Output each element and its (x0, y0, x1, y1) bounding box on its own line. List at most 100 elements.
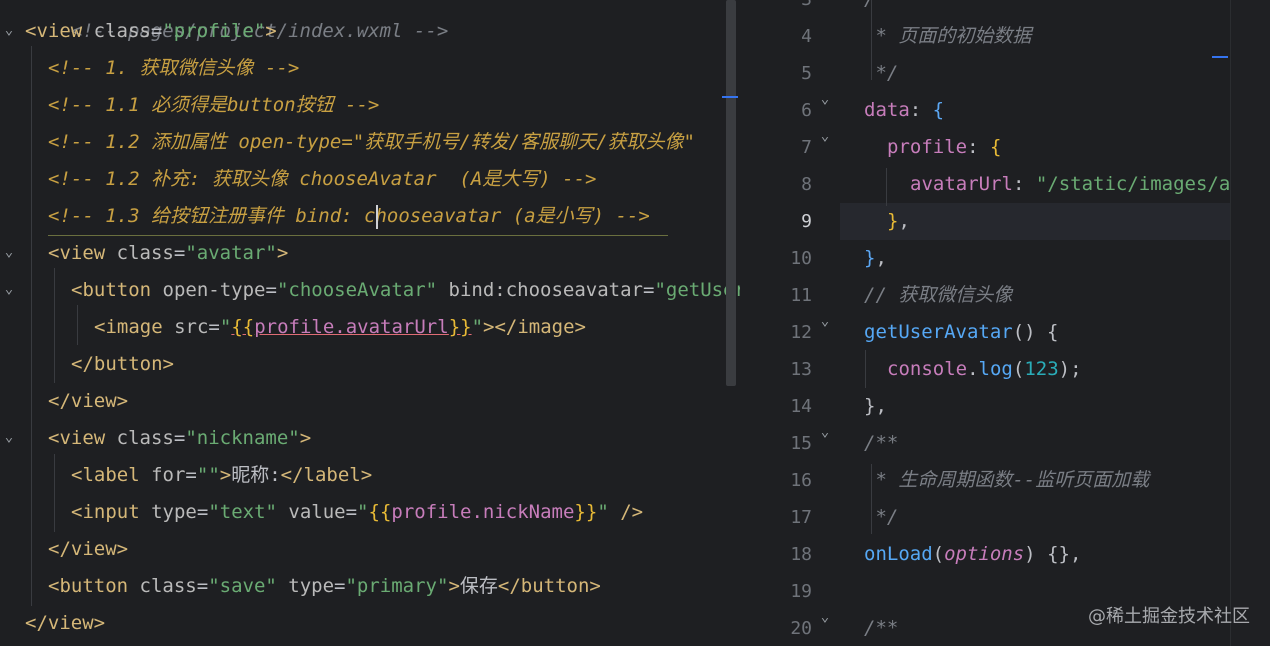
text-caret (376, 205, 378, 229)
comma: , (898, 210, 910, 232)
line-number: 17 (790, 507, 812, 528)
attr-name: open-type (151, 279, 266, 301)
code-line[interactable]: */ (864, 55, 898, 92)
code-line[interactable]: <label for="">昵称:</label> (71, 457, 372, 494)
comment-text: * 生命周期函数--监听页面加载 (864, 469, 1150, 491)
code-line[interactable]: console.log(123); (887, 351, 1082, 388)
chevron-down-icon[interactable]: ⌄ (818, 303, 832, 340)
code-line[interactable]: /** (864, 0, 898, 18)
code-line[interactable]: </view> (48, 383, 128, 420)
right-editor-pane[interactable]: 3 4 5 6 7 8 9 10 11 12 13 14 15 16 17 18… (740, 0, 1230, 646)
code-line[interactable]: }, (864, 240, 887, 277)
chevron-down-icon[interactable]: ⌄ (2, 419, 16, 456)
attr-name: class (105, 427, 174, 449)
end-tag: </button> (497, 575, 601, 597)
line-number: 5 (801, 63, 812, 84)
left-editor-pane[interactable]: ⌄ ⌄ ⌄ ⌄ <!-- pages/project/index.wxml --… (0, 0, 740, 646)
code-line[interactable]: onLoad(options) {}, (864, 536, 1081, 573)
line-number: 20 (790, 618, 812, 639)
attr-value: "" (196, 464, 220, 486)
chevron-down-icon[interactable]: ⌄ (2, 234, 16, 271)
attr-name: type (139, 501, 197, 523)
code-line[interactable]: <view class="nickname"> (48, 420, 311, 457)
comment-text: */ (864, 506, 899, 528)
code-line[interactable]: avatarUrl: "/static/images/a (910, 166, 1230, 203)
tag-name: view (36, 20, 83, 42)
attr-name: bind:chooseavatar (437, 279, 643, 301)
parameter: options (944, 543, 1025, 565)
code-line[interactable]: }, (864, 388, 887, 425)
quote: " (357, 501, 369, 523)
binding-expression: profile.nickName (391, 501, 575, 523)
code-line-current[interactable]: }, (887, 203, 910, 240)
code-line[interactable]: * 页面的初始数据 (864, 18, 1031, 55)
chevron-down-icon[interactable]: ⌄ (818, 599, 832, 636)
end-tag: </view> (48, 538, 129, 560)
attr-value: "save" (208, 575, 277, 597)
comment-text: <!-- 1.3 给按钮注册事件 bind: (48, 205, 365, 227)
attr-name: class (105, 242, 174, 264)
code-line[interactable]: * 生命周期函数--监听页面加载 (864, 462, 1149, 499)
code-line[interactable]: profile: { (887, 129, 1001, 166)
line-number: 12 (790, 322, 812, 343)
comma: , (875, 247, 887, 269)
vertical-scrollbar[interactable] (726, 0, 736, 386)
line-number: 11 (790, 285, 812, 306)
binding-expression: profile.avatarUrl (254, 316, 449, 338)
code-line[interactable]: <!-- 1.1 必须得是button按钮 --> (48, 87, 379, 124)
code-line[interactable]: </view> (25, 605, 105, 642)
chevron-down-icon[interactable]: ⌄ (2, 12, 16, 49)
code-line[interactable]: // 获取微信头像 (864, 277, 1012, 314)
line-number: 16 (790, 470, 812, 491)
code-line[interactable]: <input type="text" value="{{profile.nick… (71, 494, 643, 531)
mustache-close: }} (574, 501, 598, 523)
line-number-active: 9 (801, 211, 812, 232)
code-line[interactable]: /** (864, 610, 898, 646)
chevron-down-icon[interactable]: ⌄ (818, 118, 832, 155)
code-line[interactable]: data: { (864, 92, 944, 129)
comment-text: chooseavatar (a是小写) --> (364, 205, 650, 227)
object-key: data (864, 99, 910, 121)
code-line[interactable]: */ (864, 499, 898, 536)
colon: : (967, 136, 990, 158)
attr-value: "chooseAvatar" (276, 279, 438, 301)
attr-name: class (128, 575, 197, 597)
punctuation: () { (1012, 321, 1059, 343)
watermark: @稀土掘金技术社区 (1088, 606, 1250, 627)
code-line[interactable]: <button class="save" type="primary">保存</… (48, 568, 601, 605)
code-line[interactable]: </view> (48, 531, 128, 568)
right-tool-strip (1230, 0, 1270, 646)
code-line[interactable]: <!-- 1.2 添加属性 open-type="获取手机号/转发/客服聊天/获… (48, 124, 695, 161)
code-line[interactable]: <view class="avatar"> (48, 235, 288, 272)
punctuation: ( (932, 543, 945, 565)
tag-name: button (82, 279, 152, 301)
code-line[interactable]: <view class="profile"> (25, 13, 277, 50)
code-line[interactable]: <!-- 1.2 补充: 获取头像 chooseAvatar (A是大写) --… (48, 161, 597, 198)
equals-sign: = (150, 20, 163, 42)
code-line[interactable]: getUserAvatar() { (864, 314, 1058, 351)
punctuation: ) (1024, 543, 1036, 565)
end-tag: </label> (280, 464, 373, 486)
code-line[interactable]: <!-- 1. 获取微信头像 --> (48, 50, 299, 87)
mustache-close: }} (448, 316, 472, 338)
line-number: 4 (801, 26, 812, 47)
code-line[interactable]: <image src="{{profile.avatarUrl}}"></ima… (94, 309, 586, 346)
comment-text: <!-- 1.2 补充: 获取头像 chooseAvatar (A是大写) --… (48, 168, 597, 190)
code-line[interactable]: <button open-type="chooseAvatar" bind:ch… (71, 272, 740, 309)
comment-text: <!-- 1.2 添加属性 open-type="获取手机号/转发/客服聊天/获… (48, 131, 695, 153)
code-line[interactable]: <!-- pages/project/index.wxml --> (25, 0, 449, 42)
chevron-down-icon[interactable]: ⌄ (818, 414, 832, 451)
code-line-current[interactable]: <!-- 1.3 给按钮注册事件 bind: chooseavatar (a是小… (48, 198, 650, 235)
indent-guide (865, 350, 866, 388)
code-line[interactable]: /** (864, 425, 898, 462)
attr-value: "avatar" (185, 242, 277, 264)
indent-guide (77, 305, 78, 345)
chevron-down-icon[interactable]: ⌄ (818, 81, 832, 118)
code-line[interactable]: </button> (71, 346, 174, 383)
tag-name: view (59, 242, 106, 264)
chevron-down-icon[interactable]: ⌄ (2, 271, 16, 308)
scroll-marker (1212, 56, 1228, 58)
mustache-open: {{ (368, 501, 392, 523)
punctuation: ); (1058, 358, 1082, 380)
scroll-marker (722, 96, 738, 98)
